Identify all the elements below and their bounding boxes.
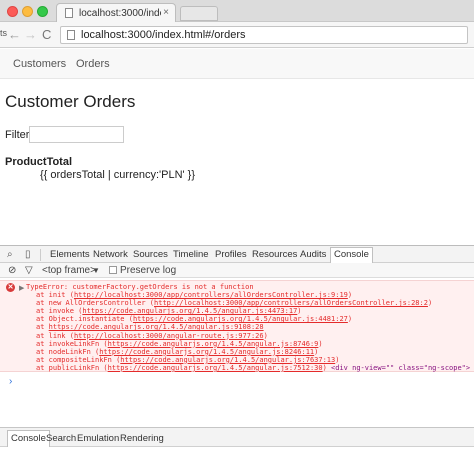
frame-text: ) bbox=[314, 347, 319, 356]
page-icon bbox=[67, 30, 75, 40]
console-output: ✕ ▶ TypeError: customerFactory.getOrders… bbox=[0, 279, 474, 427]
orders-total-cell: {{ ordersTotal | currency:'PLN' }} bbox=[40, 169, 196, 181]
page-icon bbox=[65, 8, 73, 18]
app-navbar: Customers Orders bbox=[0, 49, 474, 79]
address-bar[interactable]: localhost:3000/index.html#/orders bbox=[60, 26, 468, 44]
drawer-tab-rendering[interactable]: Rendering bbox=[120, 433, 164, 444]
frame-text: ) bbox=[427, 299, 433, 308]
forward-arrow-icon[interactable]: → bbox=[24, 27, 37, 42]
frame-text: at bbox=[36, 323, 49, 332]
preserve-log-label: Preserve log bbox=[120, 265, 177, 276]
tab-close-icon[interactable]: × bbox=[163, 7, 169, 18]
preserve-log-checkbox[interactable] bbox=[109, 266, 117, 274]
nav-link-orders[interactable]: Orders bbox=[76, 58, 110, 70]
stack-frame: at new AllOrdersController (http://local… bbox=[36, 299, 432, 307]
error-icon: ✕ bbox=[6, 283, 15, 292]
devtools-tab-sources[interactable]: Sources bbox=[133, 249, 168, 260]
filter-funnel-icon[interactable]: ▽ bbox=[25, 265, 33, 276]
frame-text: at invoke ( bbox=[36, 307, 83, 316]
stack-frame: at init (http://localhost:3000/app/contr… bbox=[36, 291, 352, 299]
source-link[interactable]: https://code.angularjs.org/1.4.5/angular… bbox=[120, 356, 335, 364]
source-link[interactable]: https://code.angularjs.org/1.4.5/angular… bbox=[49, 323, 264, 331]
frame-text: ) bbox=[318, 339, 323, 348]
console-filterbar: ⊘ ▽ <top frame> ▼ Preserve log bbox=[0, 263, 474, 278]
column-header-total: Total bbox=[46, 156, 73, 168]
stack-frame: at Object.instantiate (https://code.angu… bbox=[36, 315, 352, 323]
console-prompt[interactable]: › bbox=[9, 376, 12, 387]
frame-text: ) bbox=[335, 355, 340, 364]
table-header: ProductTotal bbox=[5, 156, 72, 168]
tab-title: localhost:3000/index.html#/c bbox=[79, 8, 161, 19]
devtools-tab-profiles[interactable]: Profiles bbox=[215, 249, 247, 260]
frame-text: at nodeLinkFn ( bbox=[36, 347, 100, 356]
frame-text: ) bbox=[297, 307, 302, 316]
stack-frame: at publicLinkFn (https://code.angularjs.… bbox=[36, 364, 470, 372]
browser-toolbar: ts ← → C localhost:3000/index.html#/orde… bbox=[0, 22, 474, 48]
frame-text: ) bbox=[347, 315, 353, 324]
source-link[interactable]: https://code.angularjs.org/1.4.5/angular… bbox=[108, 340, 319, 348]
stack-frame: at https://code.angularjs.org/1.4.5/angu… bbox=[36, 323, 264, 331]
zoom-window-button[interactable] bbox=[37, 6, 48, 17]
reload-icon[interactable]: C bbox=[42, 27, 51, 42]
error-message-block: ✕ ▶ TypeError: customerFactory.getOrders… bbox=[0, 280, 474, 372]
frame-text: at new AllOrdersController ( bbox=[36, 299, 155, 308]
frame-text: at publicLinkFn ( bbox=[36, 363, 108, 372]
devtools-tab-audits[interactable]: Audits bbox=[300, 249, 326, 260]
toolbar-edge-text: ts bbox=[0, 28, 8, 38]
stack-frame: at compositeLinkFn (https://code.angular… bbox=[36, 356, 339, 364]
source-link[interactable]: http://localhost:3000/app/controllers/al… bbox=[74, 291, 348, 299]
devtools-tab-elements[interactable]: Elements bbox=[50, 249, 90, 260]
minimize-window-button[interactable] bbox=[22, 6, 33, 17]
devtools-tab-timeline[interactable]: Timeline bbox=[173, 249, 209, 260]
chevron-down-icon[interactable]: ▼ bbox=[92, 266, 100, 275]
frame-text: at link ( bbox=[36, 331, 74, 340]
drawer-tab-emulation[interactable]: Emulation bbox=[77, 433, 119, 444]
toolbar-divider bbox=[40, 249, 41, 261]
devtools-tab-resources[interactable]: Resources bbox=[252, 249, 297, 260]
browser-tabstrip: localhost:3000/index.html#/c × bbox=[0, 0, 474, 23]
drawer-tab-search[interactable]: Search bbox=[46, 433, 76, 444]
devtools-drawer-tabbar: Console Search Emulation Rendering bbox=[0, 427, 474, 447]
url-text[interactable]: localhost:3000/index.html#/orders bbox=[81, 29, 245, 41]
stack-frame: at link (http://localhost:3000/angular-r… bbox=[36, 332, 268, 340]
source-link[interactable]: https://code.angularjs.org/1.4.5/angular… bbox=[99, 348, 314, 356]
frame-text: ) bbox=[263, 331, 268, 340]
error-message: TypeError: customerFactory.getOrders is … bbox=[26, 283, 254, 291]
drawer-console-body bbox=[0, 447, 474, 460]
new-tab-button[interactable] bbox=[180, 6, 218, 21]
close-window-button[interactable] bbox=[7, 6, 18, 17]
frame-text: at init ( bbox=[36, 291, 74, 299]
frame-select[interactable]: <top frame> bbox=[42, 265, 96, 276]
column-header-product: Product bbox=[5, 156, 47, 168]
stack-frame: at invoke (https://code.angularjs.org/1.… bbox=[36, 307, 302, 315]
filter-input[interactable] bbox=[29, 126, 124, 143]
devtools-tab-network[interactable]: Network bbox=[93, 249, 128, 260]
stack-frame: at invokeLinkFn (https://code.angularjs.… bbox=[36, 340, 323, 348]
frame-text: ) bbox=[322, 363, 332, 372]
device-mode-icon[interactable]: ▯ bbox=[25, 249, 31, 260]
devtools-tab-console[interactable]: Console bbox=[330, 247, 373, 263]
source-link[interactable]: https://code.angularjs.org/1.4.5/angular… bbox=[108, 364, 323, 372]
source-link[interactable]: https://code.angularjs.org/1.4.5/angular… bbox=[82, 307, 297, 315]
frame-text: at Object.instantiate ( bbox=[36, 315, 133, 324]
dom-node-reference[interactable]: <div ng-view="" class="ng-scope"> bbox=[331, 364, 470, 372]
back-arrow-icon[interactable]: ← bbox=[8, 27, 21, 42]
frame-text: at compositeLinkFn ( bbox=[36, 355, 121, 364]
browser-tab[interactable]: localhost:3000/index.html#/c × bbox=[56, 3, 176, 23]
devtools-tabbar: ⌕ ▯ Elements Network Sources Timeline Pr… bbox=[0, 245, 474, 263]
inspect-element-icon[interactable]: ⌕ bbox=[7, 249, 13, 260]
clear-console-icon[interactable]: ⊘ bbox=[8, 265, 16, 276]
source-link[interactable]: https://code.angularjs.org/1.4.5/angular… bbox=[133, 315, 348, 323]
drawer-tab-console[interactable]: Console bbox=[7, 430, 50, 447]
source-link[interactable]: http://localhost:3000/angular-route.js:9… bbox=[74, 332, 264, 340]
page-title: Customer Orders bbox=[5, 92, 136, 111]
stack-frame: at nodeLinkFn (https://code.angularjs.or… bbox=[36, 348, 318, 356]
nav-link-customers[interactable]: Customers bbox=[13, 58, 66, 70]
frame-text: ) bbox=[347, 291, 353, 299]
source-link[interactable]: http://localhost:3000/app/controllers/al… bbox=[154, 299, 428, 307]
expand-triangle-icon[interactable]: ▶ bbox=[19, 284, 24, 292]
frame-text: at invokeLinkFn ( bbox=[36, 339, 108, 348]
